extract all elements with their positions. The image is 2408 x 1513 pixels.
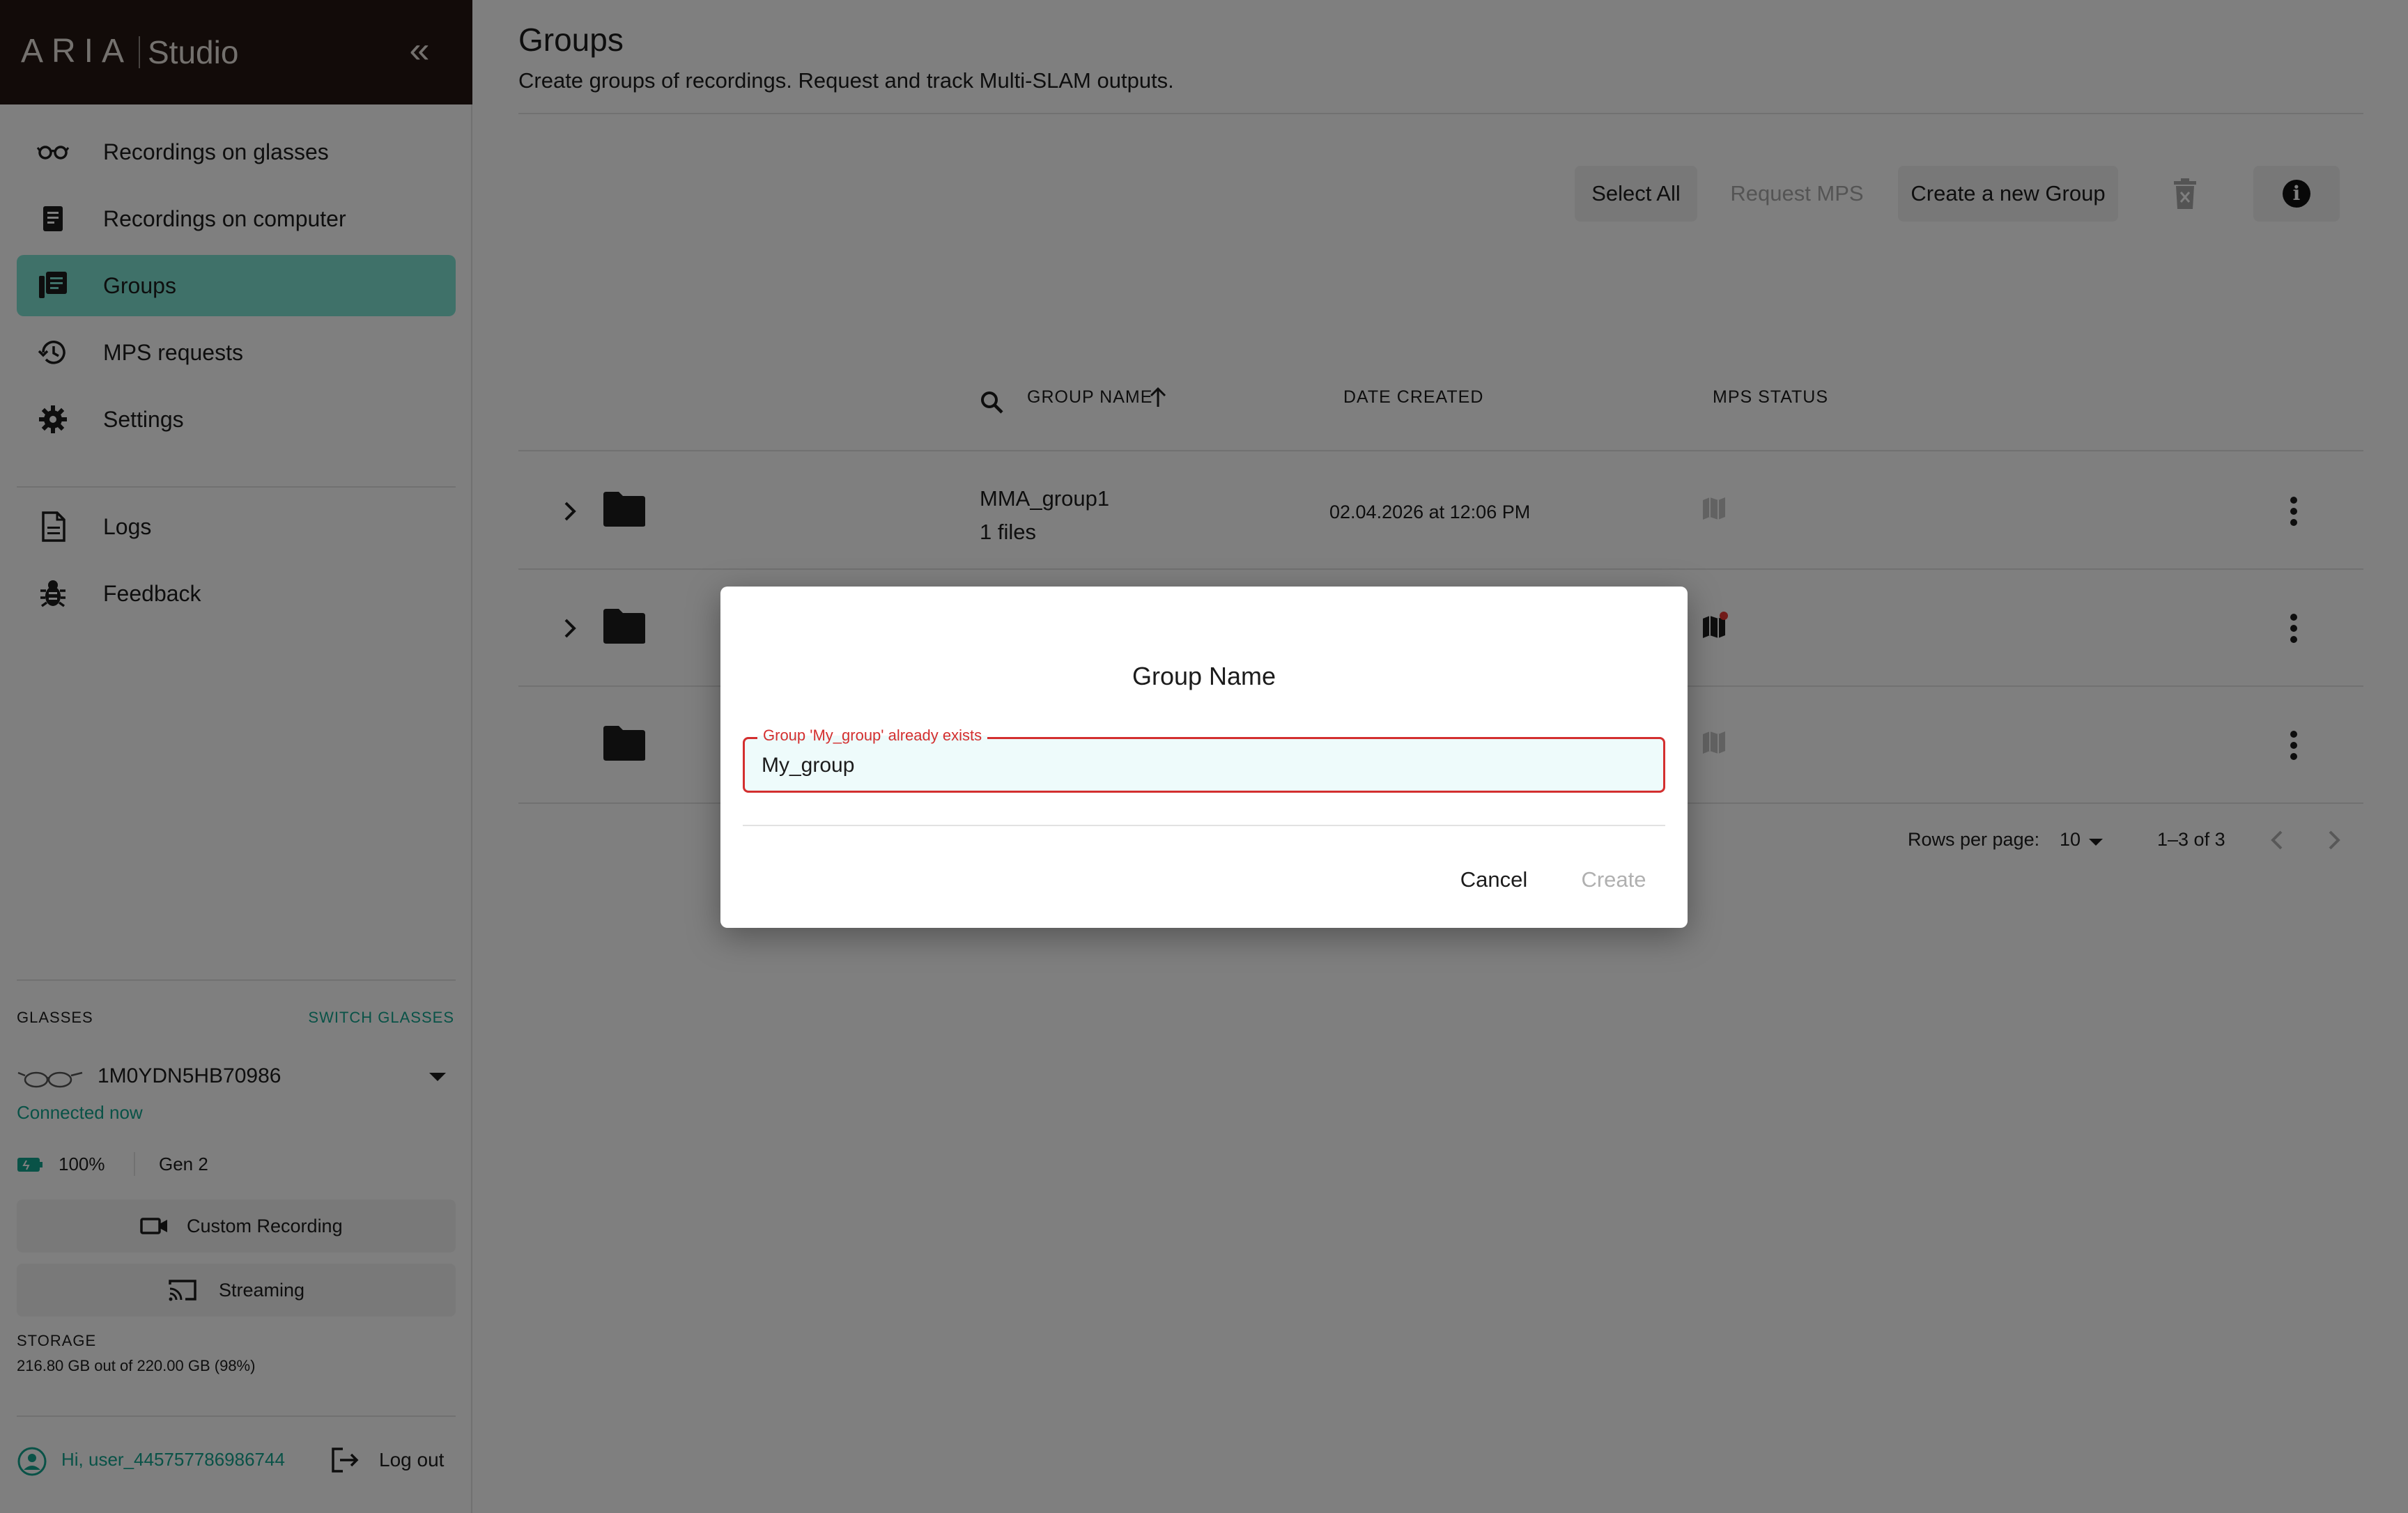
group-name-input[interactable] xyxy=(762,750,1639,781)
create-button[interactable]: Create xyxy=(1572,857,1656,903)
cancel-button[interactable]: Cancel xyxy=(1451,857,1537,903)
group-name-dialog: Group Name Group 'My_group' already exis… xyxy=(720,587,1688,928)
field-error-message: Group 'My_group' already exists xyxy=(757,727,988,745)
dialog-divider xyxy=(743,825,1665,826)
group-name-field: Group 'My_group' already exists xyxy=(743,727,1665,793)
dialog-title: Group Name xyxy=(1132,662,1276,690)
